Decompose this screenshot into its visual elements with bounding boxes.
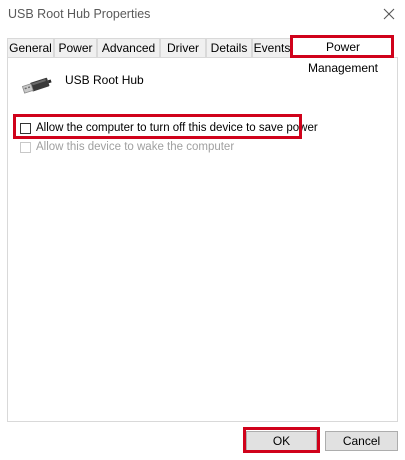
tab-power-management[interactable]: Power Management [292,36,394,75]
ok-button[interactable]: OK [246,431,317,451]
cancel-button[interactable]: Cancel [325,431,398,451]
allow-turn-off-checkbox[interactable] [20,122,31,134]
tab-general[interactable]: General [7,38,54,57]
allow-turn-off-label[interactable]: Allow the computer to turn off this devi… [36,122,318,134]
tab-panel [7,57,398,422]
allow-wake-checkbox [20,141,31,153]
tab-details[interactable]: Details [206,38,252,57]
allow-wake-option: Allow this device to wake the computer [20,139,234,155]
allow-wake-label: Allow this device to wake the computer [36,141,235,153]
allow-turn-off-option[interactable]: Allow the computer to turn off this devi… [20,120,318,136]
usb-icon [20,74,54,98]
close-icon[interactable] [381,6,397,22]
title-bar: USB Root Hub Properties [0,0,405,30]
tab-driver[interactable]: Driver [160,38,206,57]
tab-events[interactable]: Events [252,38,292,57]
device-name: USB Root Hub [65,73,144,87]
window-title: USB Root Hub Properties [8,7,151,21]
tab-advanced[interactable]: Advanced [97,38,160,57]
tab-power[interactable]: Power [54,38,97,57]
